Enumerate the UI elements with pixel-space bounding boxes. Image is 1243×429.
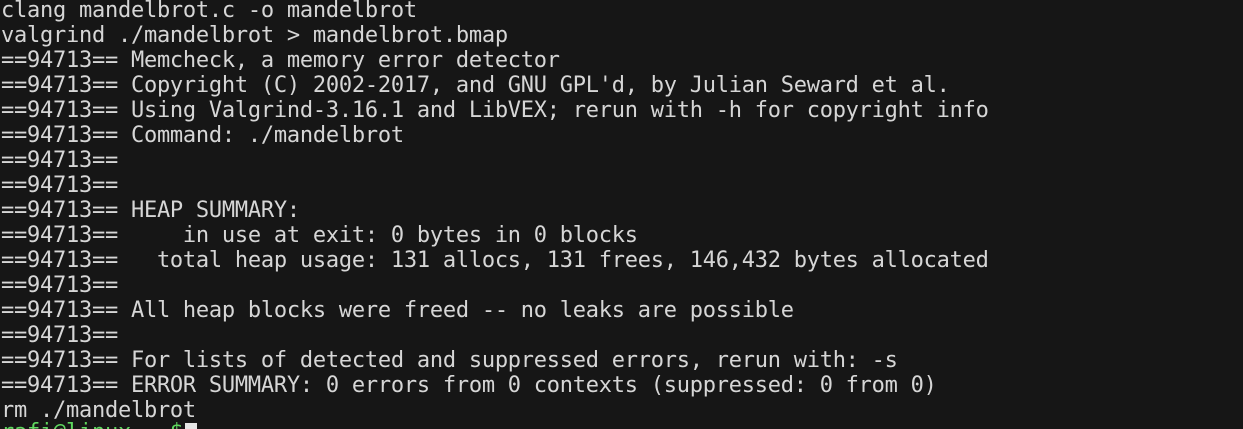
terminal-line: ==94713== [1, 323, 118, 348]
terminal-line: ==94713== [1, 173, 118, 198]
terminal-line: clang mandelbrot.c -o mandelbrot [1, 0, 417, 23]
text-cursor [184, 423, 197, 429]
command-prompt[interactable]: rafi@linux ~ $ [1, 420, 197, 429]
terminal-line: ==94713== total heap usage: 131 allocs, … [1, 248, 989, 273]
terminal-line: ==94713== [1, 273, 118, 298]
prompt-text: rafi@linux ~ $ [1, 420, 183, 429]
terminal-line: ==94713== HEAP SUMMARY: [1, 198, 300, 223]
terminal-line: ==94713== in use at exit: 0 bytes in 0 b… [1, 223, 638, 248]
terminal-line: ==94713== Copyright (C) 2002-2017, and G… [1, 73, 950, 98]
terminal-line: ==94713== Command: ./mandelbrot [1, 123, 404, 148]
terminal-line: valgrind ./mandelbrot > mandelbrot.bmap [1, 23, 508, 48]
terminal-line: ==94713== ERROR SUMMARY: 0 errors from 0… [1, 373, 937, 398]
terminal-line: ==94713== For lists of detected and supp… [1, 348, 898, 373]
terminal-line: ==94713== [1, 148, 118, 173]
terminal-window[interactable]: clang mandelbrot.c -o mandelbrot valgrin… [0, 0, 1243, 429]
terminal-line: ==94713== Memcheck, a memory error detec… [1, 48, 560, 73]
terminal-line: ==94713== Using Valgrind-3.16.1 and LibV… [1, 98, 989, 123]
terminal-line: ==94713== All heap blocks were freed -- … [1, 298, 794, 323]
terminal-output: clang mandelbrot.c -o mandelbrot valgrin… [1, 0, 989, 423]
